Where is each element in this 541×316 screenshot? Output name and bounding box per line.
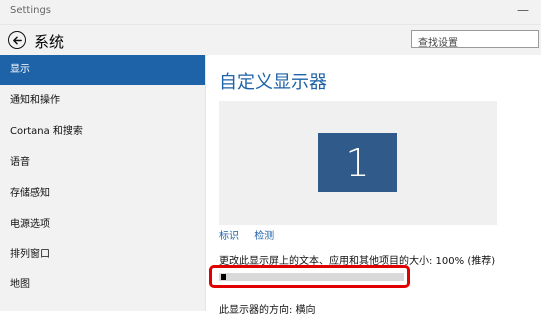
minimize-button[interactable]: —: [517, 3, 529, 17]
sidebar-item-display[interactable]: 显示: [0, 55, 205, 85]
scale-slider[interactable]: [219, 273, 404, 281]
sidebar-item-multitasking[interactable]: 排列窗口: [0, 240, 205, 270]
sidebar-item-storage[interactable]: 存储感知: [0, 179, 205, 209]
scale-slider-thumb[interactable]: [221, 274, 226, 280]
sidebar-item-maps[interactable]: 地图: [0, 270, 205, 300]
page-title: 系统: [34, 33, 65, 51]
sidebar-item-power[interactable]: 电源选项: [0, 210, 205, 240]
title-bar: Settings —: [0, 0, 541, 25]
detect-link[interactable]: 检测: [254, 231, 274, 242]
back-button[interactable]: [8, 31, 26, 49]
monitor-links: 标识 检测: [219, 227, 286, 242]
sidebar: 显示 通知和操作 Cortana 和搜索 语音 存储感知 电源选项 排列窗口 地…: [0, 55, 205, 311]
window-title: Settings: [10, 5, 52, 16]
monitor-number: 1: [345, 140, 370, 185]
main-title: 自定义显示器: [219, 72, 327, 93]
sidebar-item-speech[interactable]: 语音: [0, 148, 205, 178]
sidebar-item-notifications[interactable]: 通知和操作: [0, 86, 205, 116]
sidebar-item-cortana[interactable]: Cortana 和搜索: [0, 117, 205, 147]
back-arrow-icon: [12, 36, 22, 44]
orientation-heading: 此显示器的方向: 横向: [219, 305, 316, 316]
sidebar-divider: [205, 55, 206, 311]
search-input[interactable]: 查找设置: [411, 30, 539, 49]
monitor-tile[interactable]: 1: [318, 133, 397, 192]
identify-link[interactable]: 标识: [219, 231, 239, 242]
